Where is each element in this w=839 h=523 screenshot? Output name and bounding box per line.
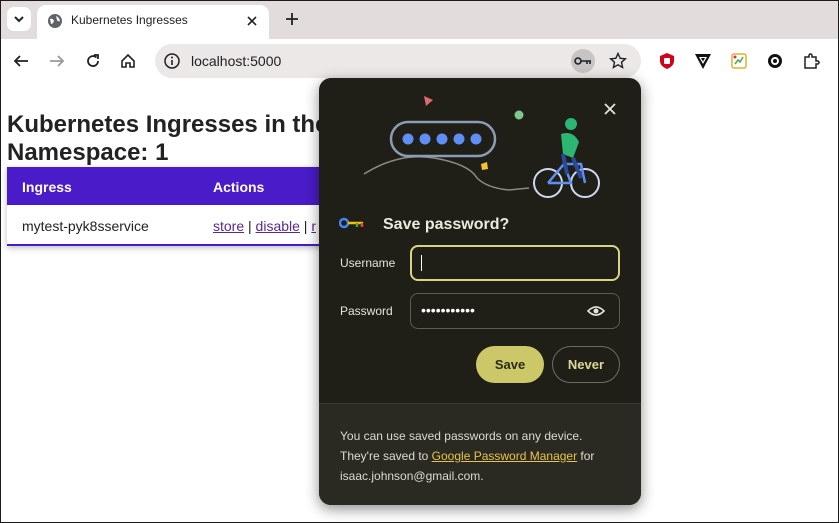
more-action-link[interactable]: r <box>311 218 316 234</box>
tab-close-button[interactable] <box>243 12 261 30</box>
column-header-actions: Actions <box>213 179 265 195</box>
back-icon <box>13 55 28 67</box>
close-icon <box>604 103 616 115</box>
page-title: Kubernetes Ingresses in the Namespace: 1 <box>7 111 329 167</box>
separator: | <box>244 218 256 234</box>
save-password-dialog: Save password? Username Password •••••••… <box>319 78 641 505</box>
gear-ext-icon <box>768 54 782 68</box>
page-title-line1: Kubernetes Ingresses in the <box>7 111 329 138</box>
vivaldi-like-icon <box>695 54 711 69</box>
chevron-down-icon <box>14 16 24 23</box>
gear-extension-button[interactable] <box>765 51 785 71</box>
ublock-extension-button[interactable] <box>657 51 677 71</box>
reload-icon <box>87 54 99 67</box>
tab-title: Kubernetes Ingresses <box>71 13 188 27</box>
forward-icon <box>50 55 65 67</box>
color-extension-button[interactable] <box>729 51 749 71</box>
page-title-line2: Namespace: 1 <box>7 139 169 166</box>
key-icon <box>574 57 591 65</box>
close-icon <box>247 16 257 26</box>
column-header-ingress: Ingress <box>22 179 72 195</box>
new-tab-icon <box>286 13 298 25</box>
password-field[interactable]: ••••••••••• <box>410 293 620 329</box>
password-key-button[interactable] <box>571 49 595 73</box>
dialog-footer: You can use saved passwords on any devic… <box>319 403 641 505</box>
ingress-name-cell: mytest-pyk8sservice <box>22 218 149 234</box>
reload-button[interactable] <box>81 49 105 73</box>
dialog-heading: Save password? <box>383 216 510 233</box>
color-ext-icon <box>731 53 747 69</box>
url-text[interactable]: localhost:5000 <box>191 53 281 69</box>
tab-kubernetes-ingresses[interactable]: Kubernetes Ingresses <box>37 5 269 39</box>
browser-window: Kubernetes Ingresses localhost:5000 Kube… <box>0 0 839 523</box>
bookmark-button[interactable] <box>607 50 629 72</box>
address-bar[interactable]: localhost:5000 <box>155 44 641 78</box>
home-icon <box>121 53 135 68</box>
actions-cell: store | disable | r <box>213 218 316 234</box>
ingress-table: Ingress Actions mytest-pyk8sservice stor… <box>7 167 337 246</box>
separator: | <box>299 218 312 234</box>
disable-link[interactable]: disable <box>256 218 300 234</box>
password-value: ••••••••••• <box>421 302 475 318</box>
tab-search-button[interactable] <box>7 7 31 31</box>
back-button[interactable] <box>9 49 33 73</box>
browser-toolbar: localhost:5000 <box>1 39 838 83</box>
text-caret <box>421 255 422 271</box>
extensions-puzzle-icon <box>804 53 820 69</box>
store-link[interactable]: store <box>213 218 244 234</box>
extensions-menu-button[interactable] <box>801 51 821 71</box>
footer-text: You can use saved passwords on any devic… <box>340 426 625 486</box>
username-field[interactable] <box>410 245 620 281</box>
new-tab-button[interactable] <box>281 8 303 30</box>
table-row: mytest-pyk8sservice store | disable | r <box>7 205 337 246</box>
home-button[interactable] <box>116 49 140 73</box>
username-label: Username <box>340 256 396 270</box>
close-dialog-button[interactable] <box>601 100 619 118</box>
never-button[interactable]: Never <box>552 346 620 383</box>
site-info-icon[interactable] <box>163 52 181 70</box>
tab-strip: Kubernetes Ingresses <box>1 1 838 39</box>
google-password-key-icon <box>339 217 364 229</box>
password-label: Password <box>340 304 393 318</box>
extension-v-button[interactable] <box>693 51 713 71</box>
save-button[interactable]: Save <box>476 346 544 383</box>
globe-favicon-icon <box>48 14 62 28</box>
password-illustration <box>363 96 600 198</box>
password-manager-link[interactable]: Google Password Manager <box>432 449 577 463</box>
eye-icon[interactable] <box>587 304 605 318</box>
table-header: Ingress Actions <box>7 167 337 205</box>
ublock-icon <box>660 53 674 69</box>
bookmark-star-icon <box>609 52 627 69</box>
forward-button[interactable] <box>45 49 69 73</box>
